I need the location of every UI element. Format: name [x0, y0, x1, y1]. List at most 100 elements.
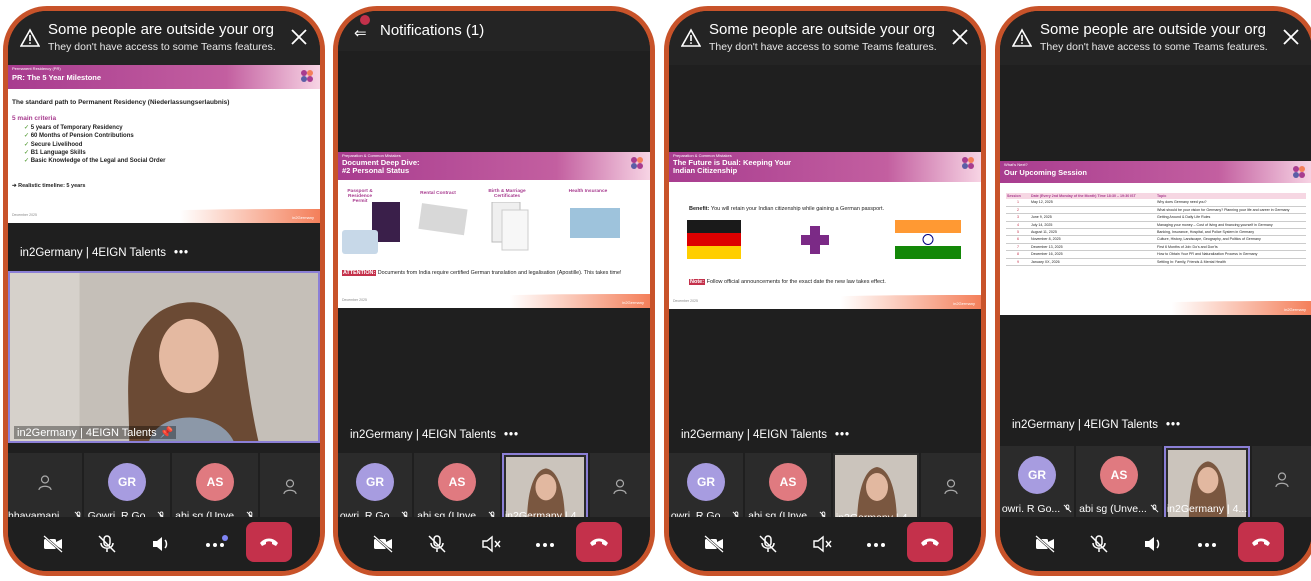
warning-icon	[20, 28, 40, 47]
participant-tile[interactable]	[1252, 446, 1311, 521]
participant-tile[interactable]: AS abi sg (Unve...	[1076, 446, 1162, 521]
mic-off-icon[interactable]	[757, 533, 779, 555]
slide-title: Our Upcoming Session	[1004, 168, 1087, 177]
avatar: GR	[687, 463, 725, 501]
notification-badge	[360, 15, 370, 25]
end-call-button[interactable]	[1238, 522, 1284, 562]
logo-icon	[631, 157, 643, 169]
banner-title: Some people are outside your org	[48, 21, 274, 38]
speaker-icon[interactable]	[150, 533, 172, 555]
close-icon[interactable]	[1282, 28, 1300, 46]
shared-slide-citizenship: Preparation & Common Mistakes The Future…	[669, 152, 981, 309]
mic-off-icon[interactable]	[426, 533, 448, 555]
end-call-button[interactable]	[576, 522, 622, 562]
warning-icon	[1012, 28, 1032, 47]
screenshot-collage: Some people are outside your org They do…	[0, 0, 1311, 581]
mic-off-icon	[1063, 504, 1072, 513]
camera-off-icon[interactable]	[372, 533, 394, 555]
hang-up-icon	[1252, 538, 1270, 546]
more-icon[interactable]	[865, 533, 887, 555]
note-text: Note: Follow official announcements for …	[689, 279, 886, 285]
more-options-icon[interactable]: •••	[504, 429, 519, 441]
participant-video	[10, 273, 318, 441]
more-options-icon[interactable]: •••	[174, 247, 189, 259]
hang-up-icon	[590, 538, 608, 546]
benefit-text: Benefit: You will retain your Indian cit…	[689, 206, 885, 212]
notification-dot	[222, 535, 228, 541]
person-icon	[283, 479, 297, 495]
slide-date: December 2025	[12, 213, 37, 217]
mic-off-icon[interactable]	[96, 533, 118, 555]
criteria-item: ✓ Basic Knowledge of the Legal and Socia…	[24, 158, 166, 165]
avatar: AS	[438, 463, 476, 501]
person-icon	[613, 479, 627, 495]
mic-off-icon	[1150, 504, 1159, 513]
participant-tile[interactable]: GR owri. R Go...	[1000, 446, 1074, 521]
table-row: 7 December 13, 2025 First 6 Months of Job:…	[1006, 243, 1306, 251]
slide-brand: in2Germany	[953, 301, 975, 306]
shared-content-label: in2Germany | 4EIGN Talents •••	[681, 429, 851, 441]
shared-content-label: in2Germany | 4EIGN Talents •••	[20, 247, 190, 259]
person-icon	[944, 479, 958, 495]
end-call-button[interactable]	[907, 522, 953, 562]
slide-kicker: Permanent Residency (PR)	[12, 66, 61, 71]
speaker-icon[interactable]	[1142, 533, 1164, 555]
banner-title: Some people are outside your org	[709, 21, 935, 38]
participant-tile-video[interactable]: in2Germany | 4...	[1164, 446, 1250, 521]
slide-date: December 2025	[342, 298, 367, 302]
doc-card-title: Health Insurance	[568, 189, 608, 194]
attention-note: ATTENTION: Documents from India require …	[342, 270, 622, 276]
close-icon[interactable]	[951, 28, 969, 46]
table-row: 6 November 8, 2025 Culture, History, Lands…	[1006, 236, 1306, 244]
back-arrow-icon[interactable]: ⇐	[354, 24, 367, 42]
speaker-off-icon[interactable]	[480, 533, 502, 555]
camera-off-icon[interactable]	[703, 533, 725, 555]
more-icon[interactable]	[534, 533, 556, 555]
camera-off-icon[interactable]	[42, 533, 64, 555]
doc-card-title: Birth & Marriage Certificates	[488, 189, 526, 199]
document-images	[342, 202, 620, 254]
doc-card-title: Rental Contract	[420, 191, 456, 196]
banner-subtitle: They don't have access to some Teams fea…	[709, 41, 937, 53]
avatar: GR	[1018, 456, 1056, 494]
external-users-banner: Some people are outside your org They do…	[8, 11, 320, 65]
phone-screen-1: Some people are outside your org They do…	[3, 6, 325, 576]
hang-up-icon	[921, 538, 939, 546]
table-row: 2 What should be your vision for Germany?…	[1006, 206, 1306, 214]
speaker-off-icon[interactable]	[811, 533, 833, 555]
table-row: 4 July 14, 2025 Managing your money – Cost…	[1006, 221, 1306, 229]
slide-intro: The standard path to Permanent Residency…	[12, 99, 230, 106]
mic-off-icon[interactable]	[1088, 533, 1110, 555]
hang-up-icon	[260, 538, 278, 546]
avatar: GR	[356, 463, 394, 501]
flags-illustration	[687, 220, 961, 259]
more-icon[interactable]	[1196, 533, 1218, 555]
end-call-button[interactable]	[246, 522, 292, 562]
table-row: 9 January XX, 2026 Settling In: Family, Fr…	[1006, 258, 1306, 266]
participant-strip: GR owri. R Go... AS abi sg (Unve... in2G…	[1000, 446, 1311, 521]
table-row: 3 June 9, 2025 Getting Around & Daily Life…	[1006, 214, 1306, 222]
phone-screen-2: ⇐ Notifications (1) Preparation & Common…	[333, 6, 655, 576]
more-options-icon[interactable]: •••	[835, 429, 850, 441]
more-options-icon[interactable]: •••	[1166, 419, 1181, 431]
slide-title: PR: The 5 Year Milestone	[12, 73, 102, 82]
table-row: 5 August 11, 2025 Banking, Insurance, Hosp…	[1006, 229, 1306, 236]
slide-brand: in2Germany	[1284, 307, 1306, 312]
table-row: 1 May 12, 2025 Why does Germany need you?	[1006, 199, 1306, 207]
more-actions-button[interactable]	[204, 533, 228, 555]
logo-icon	[301, 70, 313, 82]
shared-content-label: in2Germany | 4EIGN Talents •••	[1012, 419, 1182, 431]
person-icon	[1275, 472, 1289, 488]
shared-slide-sessions: What's Next? Our Upcoming Session Sessio…	[1000, 161, 1311, 315]
slide-brand: in2Germany	[622, 300, 644, 305]
logo-icon	[962, 157, 974, 169]
camera-off-icon[interactable]	[1034, 533, 1056, 555]
slide-date: December 2025	[673, 299, 698, 303]
close-icon[interactable]	[290, 28, 308, 46]
avatar: AS	[196, 463, 234, 501]
criteria-list: ✓ 5 years of Temporary Residency ✓ 60 Mo…	[24, 124, 165, 165]
pinned-video-tile[interactable]: in2Germany | 4EIGN Talents 📌	[8, 271, 320, 443]
banner-title: Some people are outside your org	[1040, 21, 1266, 38]
phone-screen-3: Some people are outside your org They do…	[664, 6, 986, 576]
call-controls	[8, 517, 320, 571]
